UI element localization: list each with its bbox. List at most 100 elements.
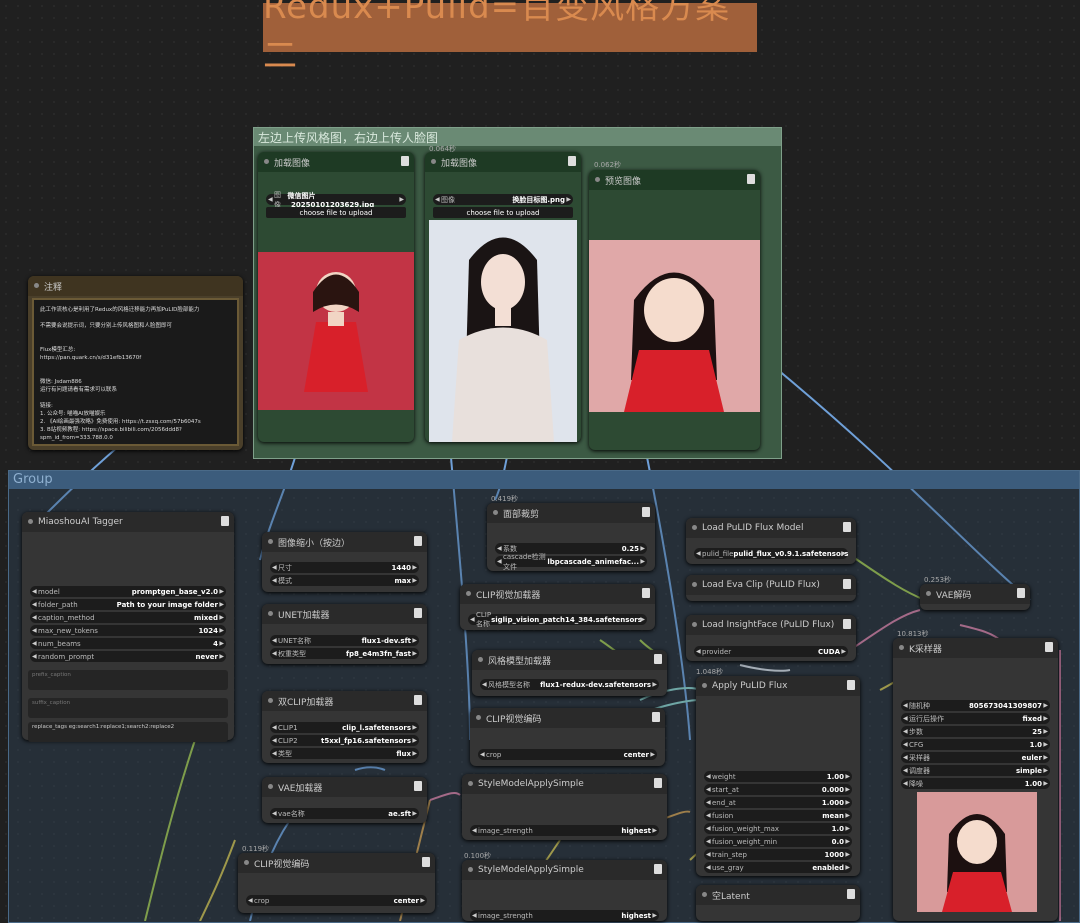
insightface-header[interactable]: Load InsightFace (PuLID Flux): [686, 615, 856, 635]
doc-icon[interactable]: [414, 695, 422, 705]
doc-icon[interactable]: [414, 608, 422, 618]
note-text[interactable]: 此工作流核心是利用了Redux的风格迁移能力再加PuLID脸部能力 不需要会说提…: [32, 298, 239, 446]
pulid-weight-widget[interactable]: weight 1.00: [704, 771, 852, 782]
doc-icon[interactable]: [843, 619, 851, 629]
clip-type-widget[interactable]: 类型 flux: [270, 748, 419, 759]
pulid-train-step-widget[interactable]: train_step 1000: [704, 849, 852, 860]
doc-icon[interactable]: [414, 781, 422, 791]
crop-widget-mid[interactable]: crop center: [478, 749, 657, 760]
doc-icon[interactable]: [843, 579, 851, 589]
dual-clip-node[interactable]: 双CLIP加载器 CLIP1 clip_l.safetensors CLIP2 t5…: [262, 691, 427, 763]
ksampler-node[interactable]: K采样器 随机种805673041309807 运行后操作fixed 步数25 …: [893, 638, 1058, 921]
resize-header[interactable]: 图像缩小（按边）: [262, 532, 427, 552]
vae-loader-node[interactable]: VAE加载器 vae名称 ae.sft: [262, 777, 427, 823]
clip-encode-mid-header[interactable]: CLIP视觉编码: [470, 708, 665, 728]
eva-clip-node[interactable]: Load Eva Clip (PuLID Flux): [686, 575, 856, 601]
pulid-fusion-max-widget[interactable]: fusion_weight_max 1.0: [704, 823, 852, 834]
unet-name-widget[interactable]: UNET名称 flux1-dev.sft: [270, 635, 419, 646]
preview-image-node[interactable]: 预览图像: [589, 170, 760, 450]
doc-icon[interactable]: [1045, 642, 1053, 652]
eva-clip-header[interactable]: Load Eva Clip (PuLID Flux): [686, 575, 856, 595]
crop-widget-bottom[interactable]: crop center: [246, 895, 427, 906]
clip2-widget[interactable]: CLIP2 t5xxl_fp16.safetensors: [270, 735, 419, 746]
preview-header[interactable]: 预览图像: [589, 170, 760, 190]
provider-widget[interactable]: provider CUDA: [694, 646, 848, 657]
unet-header[interactable]: UNET加载器: [262, 604, 427, 624]
seed-widget[interactable]: 随机种 805673041309807: [901, 700, 1050, 711]
doc-icon[interactable]: [642, 507, 650, 517]
vae-decode-header[interactable]: VAE解码: [920, 584, 1030, 604]
tagger-widget-tokens[interactable]: max_new_tokens 1024: [30, 625, 226, 636]
doc-icon[interactable]: [847, 889, 855, 899]
style-apply-2-header[interactable]: StyleModelApplySimple: [462, 860, 667, 880]
doc-icon[interactable]: [221, 516, 229, 526]
replace-tags-input[interactable]: replace_tags eg:search1:replace1;search2…: [28, 722, 228, 742]
clip1-widget[interactable]: CLIP1 clip_l.safetensors: [270, 722, 419, 733]
style-apply-node-1[interactable]: StyleModelApplySimple image_strength high…: [462, 774, 667, 840]
pulid-model-header[interactable]: Load PuLID Flux Model: [686, 518, 856, 538]
tagger-widget-folder[interactable]: folder_path Path to your image folder: [30, 599, 226, 610]
dual-clip-header[interactable]: 双CLIP加载器: [262, 691, 427, 711]
doc-icon[interactable]: [652, 712, 660, 722]
face-crop-node[interactable]: 面部裁剪 系数0.25 cascade检测文件lbpcascade_animef…: [487, 503, 655, 571]
style-apply-node-2[interactable]: StyleModelApplySimple image_strength high…: [462, 860, 667, 921]
image-strength-widget-1[interactable]: image_strength highest: [470, 825, 659, 836]
face-crop-header[interactable]: 面部裁剪: [487, 503, 655, 523]
unet-dtype-widget[interactable]: 权重类型 fp8_e4m3fn_fast: [270, 648, 419, 659]
clip-vision-encode-mid[interactable]: CLIP视觉编码 crop center: [470, 708, 665, 766]
doc-icon[interactable]: [414, 536, 422, 546]
upload-button-2[interactable]: choose file to upload: [433, 207, 573, 218]
face-crop-cascade-widget[interactable]: cascade检测文件lbpcascade_animefac...: [495, 553, 647, 571]
empty-latent-header[interactable]: 空Latent: [696, 885, 860, 905]
pulid-fusion-min-widget[interactable]: fusion_weight_min 0.0: [704, 836, 852, 847]
unet-loader-node[interactable]: UNET加载器 UNET名称 flux1-dev.sft 权重类型 fp8_e4m3…: [262, 604, 427, 664]
pulid-model-node[interactable]: Load PuLID Flux Model pulid_filepulid_fl…: [686, 518, 856, 564]
clip-vision-encode-bottom[interactable]: CLIP视觉编码 crop center: [238, 853, 435, 913]
doc-icon[interactable]: [843, 522, 851, 532]
scheduler-widget[interactable]: 调度器 simple: [901, 765, 1050, 776]
tagger-widget-model[interactable]: model promptgen_base_v2.0: [30, 586, 226, 597]
style-apply-1-header[interactable]: StyleModelApplySimple: [462, 774, 667, 794]
upload-button-1[interactable]: choose file to upload: [266, 207, 406, 218]
tagger-header[interactable]: MiaoshouAI Tagger: [22, 512, 234, 532]
clip-encode-bottom-header[interactable]: CLIP视觉编码: [238, 853, 435, 873]
clip-vision-loader-header[interactable]: CLIP视觉加载器: [460, 584, 655, 604]
style-model-name-widget[interactable]: 风格模型名称 flux1-redux-dev.safetensors: [480, 679, 659, 690]
pulid-use-gray-toggle[interactable]: use_gray enabled: [704, 862, 852, 873]
suffix-caption-input[interactable]: suffix_caption: [28, 698, 228, 718]
tagger-widget-beams[interactable]: num_beams 4: [30, 638, 226, 649]
doc-icon[interactable]: [654, 864, 662, 874]
style-model-loader-node[interactable]: 风格模型加载器 风格模型名称 flux1-redux-dev.safetensor…: [472, 650, 667, 696]
resize-mode-widget[interactable]: 模式 max: [270, 575, 419, 586]
cfg-widget[interactable]: CFG 1.0: [901, 739, 1050, 750]
doc-icon[interactable]: [654, 654, 662, 664]
resize-size-widget[interactable]: 尺寸 1440: [270, 562, 419, 573]
image-select-2[interactable]: 图像 换脸目标图.png: [433, 194, 573, 205]
image-select-1[interactable]: 图像微信图片_20250101203629.jpg: [266, 191, 406, 209]
pulid-file-widget[interactable]: pulid_filepulid_flux_v0.9.1.safetensors: [694, 548, 848, 559]
doc-icon[interactable]: [422, 857, 430, 867]
doc-icon[interactable]: [642, 588, 650, 598]
control-after-widget[interactable]: 运行后操作 fixed: [901, 713, 1050, 724]
tagger-widget-random[interactable]: random_prompt never: [30, 651, 226, 662]
pulid-start-widget[interactable]: start_at 0.000: [704, 784, 852, 795]
pulid-end-widget[interactable]: end_at 1.000: [704, 797, 852, 808]
clip-vision-loader-node[interactable]: CLIP视觉加载器 CLIP名称siglip_vision_patch14_38…: [460, 584, 655, 630]
empty-latent-node[interactable]: 空Latent: [696, 885, 860, 921]
doc-icon[interactable]: [747, 174, 755, 184]
doc-icon[interactable]: [654, 778, 662, 788]
doc-icon[interactable]: [401, 156, 409, 166]
vae-loader-header[interactable]: VAE加载器: [262, 777, 427, 797]
load-image-1-header[interactable]: 加载图像: [258, 152, 414, 172]
style-model-loader-header[interactable]: 风格模型加载器: [472, 650, 667, 670]
load-image-node-1[interactable]: 加载图像 图像微信图片_20250101203629.jpg choose fi…: [258, 152, 414, 442]
apply-pulid-node[interactable]: Apply PuLID Flux weight1.00 start_at0.00…: [696, 676, 860, 876]
resize-node[interactable]: 图像缩小（按边） 尺寸 1440 模式 max: [262, 532, 427, 592]
ksampler-header[interactable]: K采样器: [893, 638, 1058, 658]
tagger-node[interactable]: MiaoshouAI Tagger model promptgen_base_v2…: [22, 512, 234, 742]
doc-icon[interactable]: [847, 680, 855, 690]
denoise-widget[interactable]: 降噪 1.00: [901, 778, 1050, 789]
apply-pulid-header[interactable]: Apply PuLID Flux: [696, 676, 860, 696]
sampler-widget[interactable]: 采样器 euler: [901, 752, 1050, 763]
insightface-node[interactable]: Load InsightFace (PuLID Flux) provider CU…: [686, 615, 856, 661]
